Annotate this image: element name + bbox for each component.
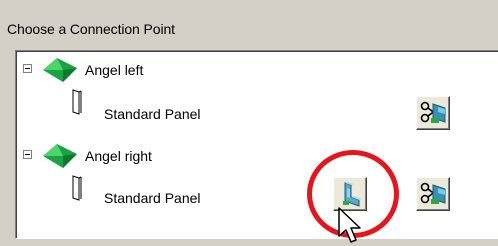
tree-node-label[interactable]: Angel left bbox=[85, 62, 143, 78]
disconnect-button[interactable] bbox=[416, 177, 450, 211]
green-gem-icon bbox=[43, 58, 77, 82]
connect-button[interactable] bbox=[333, 177, 367, 211]
groupbox-title: Choose a Connection Point bbox=[7, 21, 175, 37]
tree-child-label[interactable]: Standard Panel bbox=[104, 190, 201, 206]
scissors-cut-icon bbox=[420, 101, 446, 123]
tree-node-label[interactable]: Angel right bbox=[85, 148, 152, 164]
collapse-minus-icon[interactable] bbox=[23, 150, 32, 159]
connect-part-icon bbox=[343, 182, 362, 207]
panel-outline-icon bbox=[72, 89, 82, 115]
tree-child-label[interactable]: Standard Panel bbox=[104, 106, 201, 122]
green-gem-icon bbox=[43, 144, 77, 168]
panel-outline-icon bbox=[72, 175, 82, 201]
scissors-cut-icon bbox=[420, 182, 446, 204]
connection-point-groupbox: Choose a Connection Point Angel left Sta… bbox=[0, 0, 498, 245]
connection-point-tree[interactable]: Angel left Standard Panel Angel right St… bbox=[15, 50, 498, 239]
collapse-minus-icon[interactable] bbox=[23, 64, 32, 73]
disconnect-button[interactable] bbox=[416, 96, 450, 130]
